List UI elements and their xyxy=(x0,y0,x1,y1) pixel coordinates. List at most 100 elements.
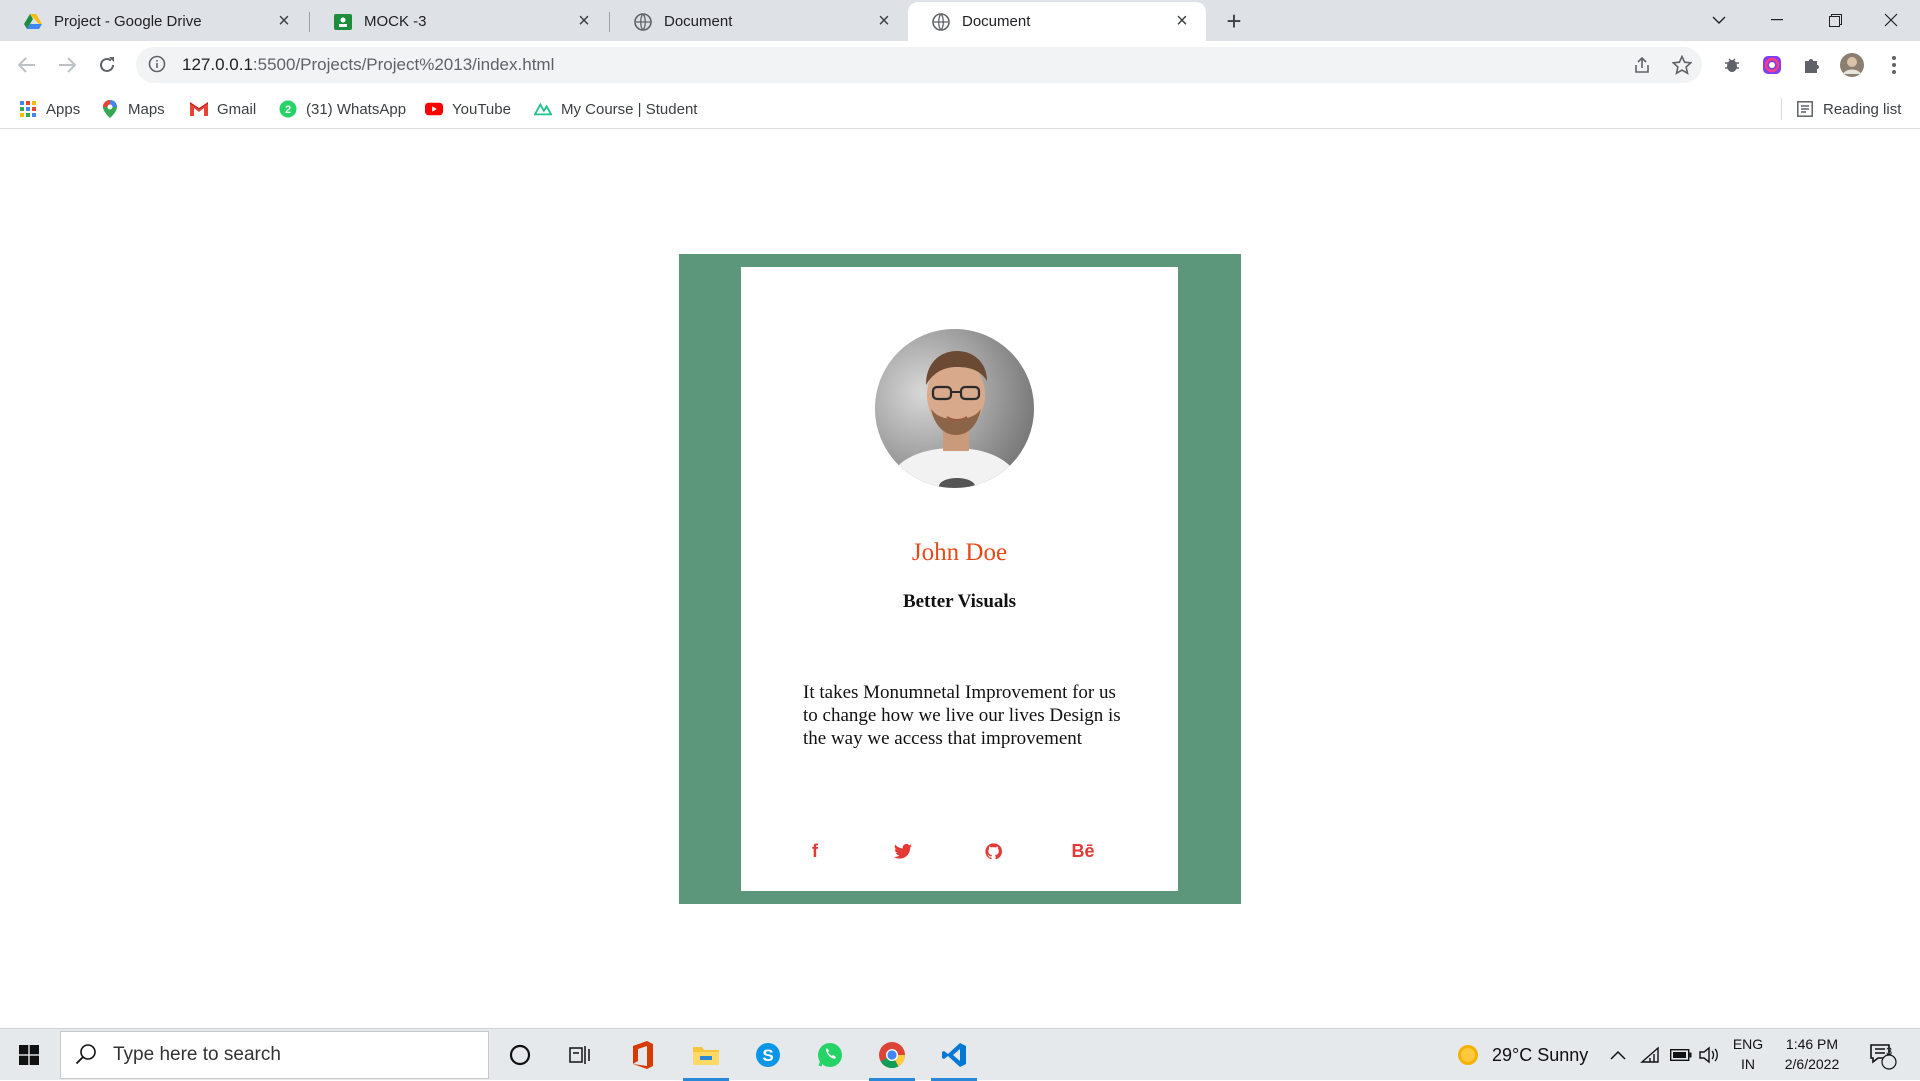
github-icon[interactable] xyxy=(978,836,1008,866)
url-path: :5500/Projects/Project%2013/index.html xyxy=(252,55,555,74)
bookmark-star-icon[interactable] xyxy=(1666,49,1698,81)
clock-time: 1:46 PM xyxy=(1785,1036,1839,1052)
avatar xyxy=(875,329,1034,488)
reading-list-icon xyxy=(1796,100,1814,118)
search-placeholder: Type here to search xyxy=(113,1044,281,1065)
google-drive-icon xyxy=(24,13,42,31)
globe-icon xyxy=(932,12,950,31)
bookmark-label: My Course | Student xyxy=(561,100,698,118)
restore-button[interactable] xyxy=(1806,0,1864,40)
svg-text:S: S xyxy=(762,1046,773,1065)
bookmark-label: Maps xyxy=(128,100,165,118)
close-icon[interactable]: × xyxy=(274,10,294,32)
page-viewport: John Doe Better Visuals It takes Monumne… xyxy=(0,129,1920,1028)
maps-pin-icon xyxy=(101,100,119,118)
task-view-icon[interactable] xyxy=(553,1029,607,1081)
windows-start-button[interactable] xyxy=(0,1029,58,1081)
close-icon[interactable]: × xyxy=(574,10,594,32)
minimize-button[interactable] xyxy=(1748,0,1806,40)
tab-strip: Project - Google Drive × MOCK -3 × Docum… xyxy=(0,0,1920,41)
color-picker-extension-icon[interactable] xyxy=(1756,49,1788,81)
volume-icon[interactable] xyxy=(1699,1029,1719,1081)
site-info-icon[interactable] xyxy=(148,55,168,75)
windows-taskbar: Type here to search S 29°C Sunny ENG IN … xyxy=(0,1028,1920,1081)
network-icon[interactable] xyxy=(1640,1029,1660,1081)
notification-count: 3 xyxy=(1885,1046,1893,1058)
bookmark-label: (31) WhatsApp xyxy=(306,100,407,118)
share-icon[interactable] xyxy=(1626,49,1658,81)
region-code: IN xyxy=(1741,1056,1755,1072)
bookmarks-bar: Apps Maps Gmail 2 (31) WhatsApp YouTube … xyxy=(0,89,1920,129)
bookmark-my-course[interactable]: My Course | Student xyxy=(534,89,697,129)
extensions-puzzle-icon[interactable] xyxy=(1796,49,1828,81)
profile-card-frame: John Doe Better Visuals It takes Monumne… xyxy=(679,254,1241,904)
youtube-icon xyxy=(425,100,443,118)
whatsapp-icon: 2 xyxy=(279,100,297,118)
reload-button[interactable] xyxy=(91,49,123,81)
bookmark-divider xyxy=(1781,98,1782,120)
globe-icon xyxy=(634,12,652,31)
profile-description: It takes Monumnetal Improvement for us t… xyxy=(803,682,1121,749)
facebook-icon[interactable]: f xyxy=(800,836,830,866)
profile-avatar[interactable] xyxy=(1836,49,1868,81)
tab-google-drive[interactable]: Project - Google Drive × xyxy=(0,2,308,41)
battery-icon[interactable] xyxy=(1670,1029,1692,1081)
new-tab-button[interactable]: + xyxy=(1218,5,1250,37)
bookmark-label: YouTube xyxy=(452,100,511,118)
reading-list-button[interactable]: Reading list xyxy=(1796,89,1901,129)
taskbar-search-box[interactable]: Type here to search xyxy=(60,1031,489,1079)
clock[interactable]: 1:46 PM 2/6/2022 xyxy=(1776,1036,1848,1072)
tab-document[interactable]: Document × xyxy=(610,2,908,41)
reading-list-label: Reading list xyxy=(1823,100,1902,118)
gmail-icon xyxy=(190,100,208,118)
close-icon[interactable]: × xyxy=(874,10,894,32)
file-explorer-icon[interactable] xyxy=(679,1029,733,1081)
cortana-icon[interactable] xyxy=(493,1029,547,1081)
profile-subtitle: Better Visuals xyxy=(902,591,1017,612)
chrome-icon[interactable] xyxy=(865,1029,919,1081)
show-hidden-icons-chevron-icon[interactable] xyxy=(1610,1029,1626,1081)
sun-icon xyxy=(1458,1045,1478,1065)
whatsapp-app-icon[interactable] xyxy=(803,1029,857,1081)
browser-toolbar: 127.0.0.1:5500/Projects/Project%2013/ind… xyxy=(0,41,1920,89)
skype-icon[interactable]: S xyxy=(741,1029,795,1081)
bookmark-label: Gmail xyxy=(217,100,257,118)
bookmark-gmail[interactable]: Gmail xyxy=(190,89,256,129)
url-host: 127.0.0.1 xyxy=(182,55,253,74)
address-bar[interactable]: 127.0.0.1:5500/Projects/Project%2013/ind… xyxy=(136,47,1702,83)
twitter-icon[interactable] xyxy=(888,836,918,866)
vscode-icon[interactable] xyxy=(927,1029,981,1081)
url-text: 127.0.0.1:5500/Projects/Project%2013/ind… xyxy=(182,55,554,75)
weather-widget[interactable]: 29°C Sunny xyxy=(1456,1029,1588,1081)
bookmark-youtube[interactable]: YouTube xyxy=(425,89,511,129)
profile-name: John Doe xyxy=(911,539,1008,566)
bookmark-maps[interactable]: Maps xyxy=(101,89,165,129)
course-icon xyxy=(534,100,552,118)
tab-document-active[interactable]: Document × xyxy=(908,2,1206,41)
tab-title: Project - Google Drive xyxy=(54,13,202,30)
google-classroom-icon xyxy=(334,13,352,31)
apps-grid-icon xyxy=(19,100,37,118)
notifications-button[interactable]: 3 xyxy=(1868,1029,1898,1081)
tab-mock-3[interactable]: MOCK -3 × xyxy=(310,2,608,41)
bug-extension-icon[interactable] xyxy=(1716,49,1748,81)
language-code: ENG xyxy=(1732,1036,1764,1052)
profile-card: John Doe Better Visuals It takes Monumne… xyxy=(741,267,1178,891)
close-icon[interactable]: × xyxy=(1172,10,1192,32)
bookmark-label: Apps xyxy=(46,100,81,118)
office-icon[interactable] xyxy=(616,1029,670,1081)
bookmark-whatsapp[interactable]: 2 (31) WhatsApp xyxy=(279,89,406,129)
close-window-button[interactable] xyxy=(1862,0,1920,40)
browser-menu-icon[interactable] xyxy=(1878,49,1910,81)
forward-button[interactable] xyxy=(51,49,83,81)
back-button[interactable] xyxy=(11,49,43,81)
tab-title: Document xyxy=(962,13,1031,30)
search-icon xyxy=(75,1043,99,1067)
tab-search-chevron-icon[interactable] xyxy=(1690,0,1748,40)
behance-icon[interactable]: Bē xyxy=(1068,836,1098,866)
bookmark-apps[interactable]: Apps xyxy=(19,89,80,129)
language-indicator[interactable]: ENG IN xyxy=(1730,1036,1766,1072)
weather-text: 29°C Sunny xyxy=(1492,1044,1589,1065)
tab-title: MOCK -3 xyxy=(364,13,427,30)
tab-title: Document xyxy=(664,13,733,30)
